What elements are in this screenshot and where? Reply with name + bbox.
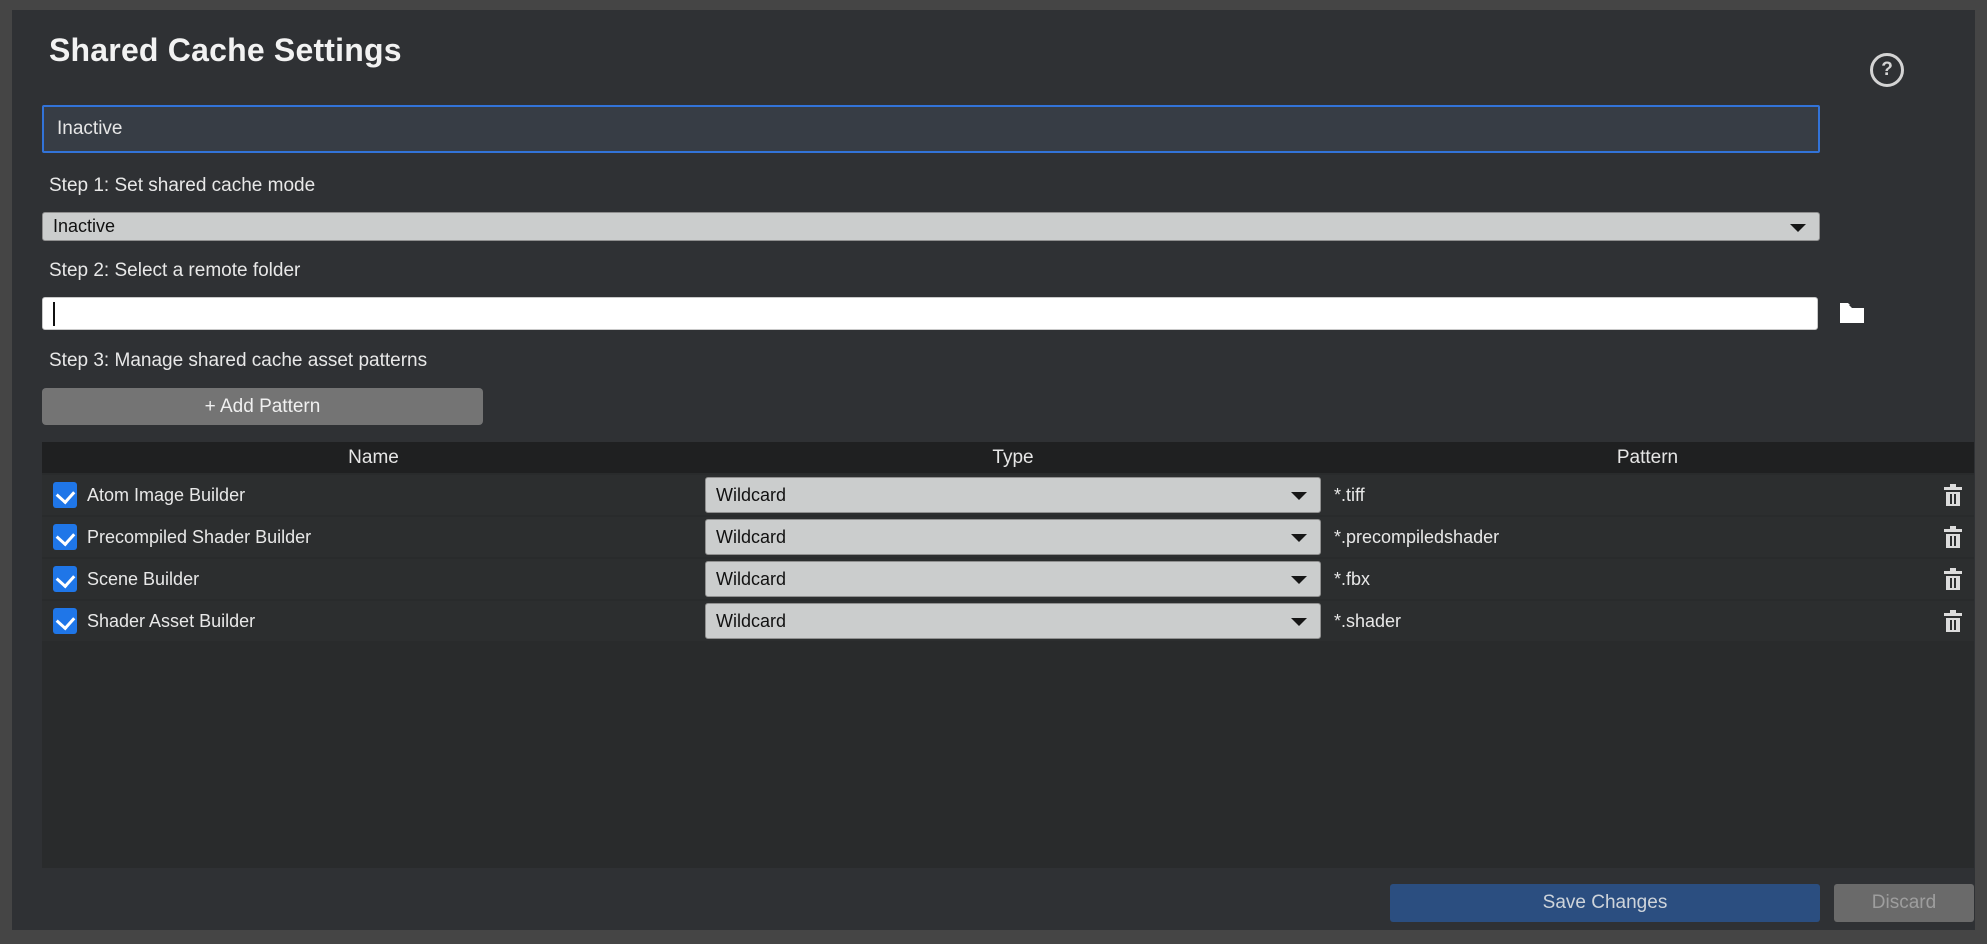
cache-mode-focused-field[interactable]: Inactive: [42, 105, 1820, 153]
row-pattern: *.tiff: [1334, 475, 1365, 515]
chevron-down-icon: [1291, 618, 1307, 626]
browse-folder-button[interactable]: [1838, 300, 1866, 326]
trash-icon: [1943, 568, 1963, 590]
text-cursor: [53, 302, 55, 326]
patterns-table: Name Type Pattern Atom Image Builder Wil…: [42, 442, 1974, 868]
row-pattern: *.shader: [1334, 601, 1401, 641]
page-title: Shared Cache Settings: [49, 32, 402, 69]
chevron-down-icon: [1291, 534, 1307, 542]
cache-mode-select-value: Inactive: [53, 216, 115, 237]
trash-icon: [1943, 526, 1963, 548]
help-button[interactable]: ?: [1870, 53, 1904, 87]
row-type-select[interactable]: Wildcard: [705, 561, 1321, 597]
row-name: Scene Builder: [87, 559, 199, 599]
delete-row-button[interactable]: [1940, 567, 1966, 591]
row-type-select[interactable]: Wildcard: [705, 603, 1321, 639]
add-pattern-button[interactable]: + Add Pattern: [42, 388, 483, 425]
shared-cache-settings-window: Shared Cache Settings ? Inactive Step 1:…: [0, 0, 1987, 944]
row-pattern: *.fbx: [1334, 559, 1370, 599]
chevron-down-icon: [1291, 492, 1307, 500]
table-row: Precompiled Shader Builder Wildcard *.pr…: [42, 517, 1974, 557]
patterns-table-header: Name Type Pattern: [42, 442, 1974, 473]
row-type-value: Wildcard: [716, 611, 786, 632]
step2-label: Step 2: Select a remote folder: [49, 260, 300, 282]
save-changes-button[interactable]: Save Changes: [1390, 884, 1820, 922]
discard-button[interactable]: Discard: [1834, 884, 1974, 922]
row-checkbox[interactable]: [53, 566, 77, 592]
row-checkbox[interactable]: [53, 608, 77, 634]
row-type-select[interactable]: Wildcard: [705, 519, 1321, 555]
folder-icon: [1839, 302, 1865, 324]
chevron-down-icon: [1291, 576, 1307, 584]
row-checkbox[interactable]: [53, 524, 77, 550]
cache-mode-select[interactable]: Inactive: [42, 212, 1820, 241]
trash-icon: [1943, 610, 1963, 632]
delete-row-button[interactable]: [1940, 525, 1966, 549]
row-type-value: Wildcard: [716, 527, 786, 548]
remote-folder-input[interactable]: [42, 297, 1818, 330]
settings-panel: Shared Cache Settings ? Inactive Step 1:…: [12, 10, 1975, 930]
column-header-name: Name: [42, 442, 705, 473]
table-row: Atom Image Builder Wildcard *.tiff: [42, 475, 1974, 515]
step3-label: Step 3: Manage shared cache asset patter…: [49, 350, 427, 372]
trash-icon: [1943, 484, 1963, 506]
row-pattern: *.precompiledshader: [1334, 517, 1499, 557]
column-header-type: Type: [705, 442, 1321, 473]
row-name: Precompiled Shader Builder: [87, 517, 311, 557]
delete-row-button[interactable]: [1940, 483, 1966, 507]
row-name: Shader Asset Builder: [87, 601, 255, 641]
row-checkbox[interactable]: [53, 482, 77, 508]
delete-row-button[interactable]: [1940, 609, 1966, 633]
row-type-value: Wildcard: [716, 569, 786, 590]
chevron-down-icon: [1790, 224, 1806, 232]
column-header-pattern: Pattern: [1321, 442, 1974, 473]
cache-mode-value: Inactive: [57, 118, 122, 140]
table-row: Shader Asset Builder Wildcard *.shader: [42, 601, 1974, 641]
step1-label: Step 1: Set shared cache mode: [49, 175, 315, 197]
table-row: Scene Builder Wildcard *.fbx: [42, 559, 1974, 599]
row-type-value: Wildcard: [716, 485, 786, 506]
question-mark-icon: ?: [1881, 59, 1893, 81]
row-type-select[interactable]: Wildcard: [705, 477, 1321, 513]
row-name: Atom Image Builder: [87, 475, 245, 515]
